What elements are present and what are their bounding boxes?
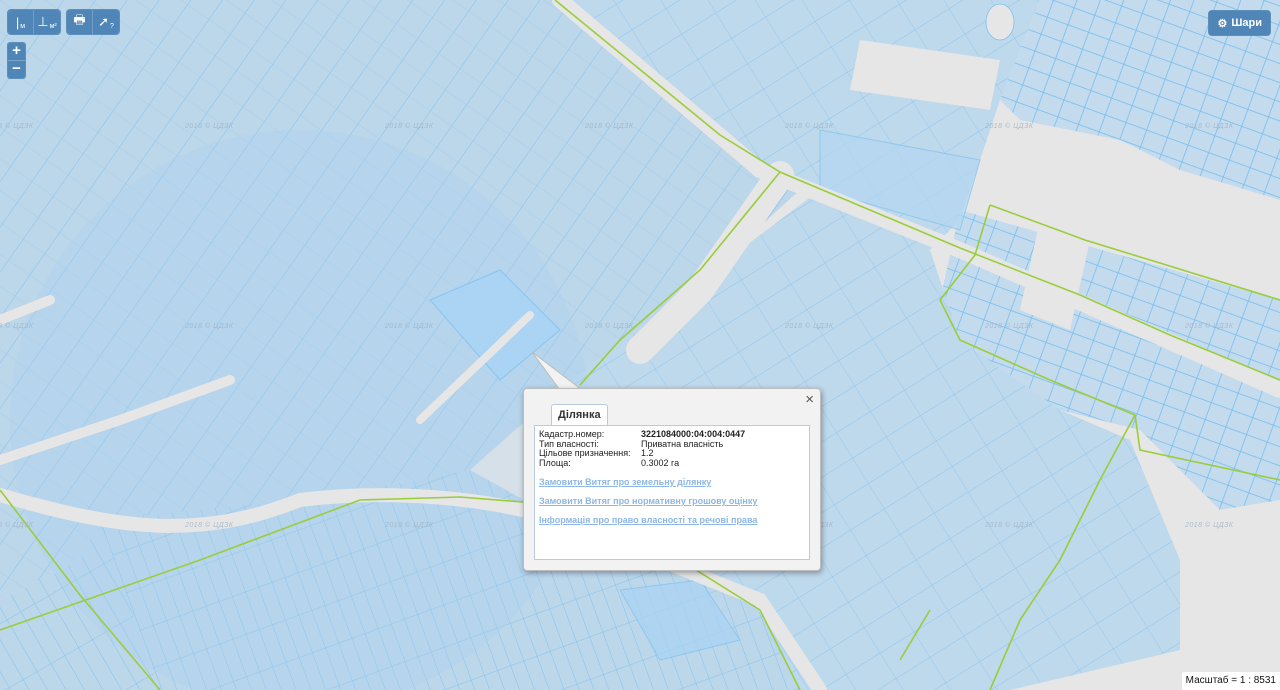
watermark-text: 2018 © ЦДЗК [785,123,834,130]
watermark-text: 2018 © ЦДЗК [0,123,34,130]
watermark-text: 2018 © ЦДЗК [985,522,1034,529]
measure-length-icon: | [15,14,20,30]
print-button[interactable]: 🖶 [67,10,93,34]
watermark-text: 2018 © ЦДЗК [385,123,434,130]
watermark-text: 2018 © ЦДЗК [785,323,834,330]
layers-label: Шари [1231,17,1262,29]
measure-area-icon: ⊥ [37,14,49,29]
watermark-text: 2018 © ЦДЗК [0,323,34,330]
gear-icon: ⚙ [1217,17,1228,30]
zoom-out-button[interactable]: − [8,60,25,78]
watermark-text: 2018 © ЦДЗК [1185,522,1234,529]
watermark-text: 2018 © ЦДЗК [385,522,434,529]
watermark-text: 2018 © ЦДЗК [185,123,234,130]
ownership-info-link[interactable]: Інформація про право власності та речові… [539,515,757,525]
order-land-extract-link[interactable]: Замовити Витяг про земельну ділянку [539,477,711,487]
close-icon[interactable]: × [805,391,814,408]
identify-button[interactable]: ➚? [93,10,119,34]
identify-icon: ➚ [98,14,109,29]
scale-indicator: Масштаб = 1 : 8531 [1181,672,1280,690]
parcel-info: Кадастр.номер: 3221084000:04:004:0447 Ти… [539,429,745,468]
popup-body: Кадастр.номер: 3221084000:04:004:0447 Ти… [534,425,810,560]
measure-area-button[interactable]: ⊥ м² [34,10,60,34]
watermark-text: 2018 © ЦДЗК [385,323,434,330]
watermark-text: 2018 © ЦДЗК [0,522,34,529]
zoom-in-button[interactable]: + [8,43,25,60]
utility-tools: 🖶 ➚? [67,10,119,34]
measure-length-button[interactable]: | м [8,10,34,34]
tab-parcel[interactable]: Ділянка [551,404,608,425]
measure-tools: | м ⊥ м² [8,10,60,34]
print-icon: 🖶 [73,12,86,27]
watermark-text: 2018 © ЦДЗК [985,123,1034,130]
watermark-text: 2018 © ЦДЗК [985,323,1034,330]
order-valuation-extract-link[interactable]: Замовити Витяг про нормативну грошову оц… [539,496,757,506]
cadastral-map[interactable] [0,0,1280,690]
watermark-text: 2018 © ЦДЗК [185,323,234,330]
layers-button[interactable]: ⚙ Шари [1209,11,1270,35]
watermark-text: 2018 © ЦДЗК [185,522,234,529]
watermark-text: 2018 © ЦДЗК [1185,123,1234,130]
info-row-area: Площа: 0.3002 га [539,457,680,468]
parcel-popup: × Ділянка Кадастр.номер: 3221084000:04:0… [523,388,821,571]
watermark-text: 2018 © ЦДЗК [585,123,634,130]
watermark-text: 2018 © ЦДЗК [585,323,634,330]
zoom-control: + − [8,43,25,78]
watermark-text: 2018 © ЦДЗК [1185,323,1234,330]
